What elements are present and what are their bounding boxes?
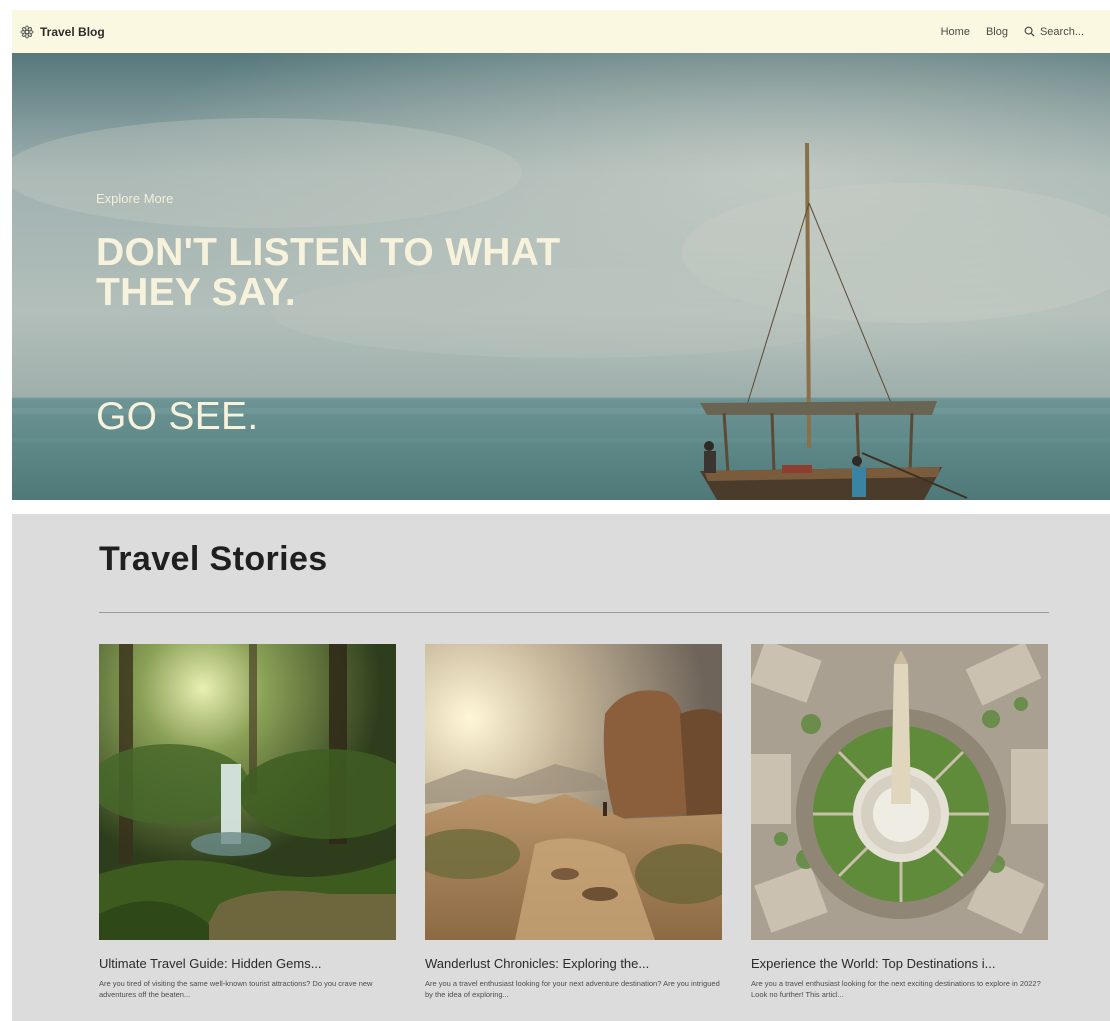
story-title[interactable]: Experience the World: Top Destinations i… <box>751 956 1048 971</box>
hero-banner: Explore More DON'T LISTEN TO WHAT THEY S… <box>12 53 1110 500</box>
brand-name: Travel Blog <box>40 24 105 39</box>
travel-stories-section: Travel Stories Ultimate Travel Guide: Hi… <box>12 514 1110 1021</box>
search-placeholder: Search... <box>1039 25 1084 38</box>
top-section: Travel Blog Home Blog Search... Explore … <box>12 10 1110 500</box>
story-card-3[interactable]: Experience the World: Top Destinations i… <box>751 644 1048 1000</box>
main-nav: Home Blog Search... <box>941 26 1084 38</box>
hero-cta-text: GO SEE. <box>96 395 259 438</box>
story-card-2[interactable]: Wanderlust Chronicles: Exploring the... … <box>425 644 722 1000</box>
story-card-1[interactable]: Ultimate Travel Guide: Hidden Gems... Ar… <box>99 644 396 1000</box>
page: Travel Blog Home Blog Search... Explore … <box>0 0 1110 1021</box>
story-excerpt: Are you tired of visiting the same well-… <box>99 979 373 999</box>
story-title[interactable]: Wanderlust Chronicles: Exploring the... <box>425 956 722 971</box>
hero-eyebrow: Explore More <box>96 191 174 206</box>
story-excerpt: Are you a travel enthusiast looking for … <box>425 979 720 999</box>
nav-blog-link[interactable]: Blog <box>986 26 1008 38</box>
section-divider <box>99 612 1049 613</box>
hero-headline-line-2: THEY SAY. <box>96 271 296 314</box>
search-box[interactable]: Search... <box>1024 26 1084 38</box>
story-title[interactable]: Ultimate Travel Guide: Hidden Gems... <box>99 956 396 971</box>
story-image-desert-rocks[interactable] <box>425 644 722 940</box>
story-image-forest-waterfall[interactable] <box>99 644 396 940</box>
gear-flower-icon <box>20 25 34 39</box>
story-excerpt: Are you a travel enthusiast looking for … <box>751 979 1041 999</box>
section-title: Travel Stories <box>99 540 328 578</box>
hero-headline-line-1: DON'T LISTEN TO WHAT <box>96 231 561 274</box>
navbar: Travel Blog Home Blog Search... <box>12 10 1110 53</box>
nav-home-link[interactable]: Home <box>941 26 970 38</box>
story-image-city-monument-aerial[interactable] <box>751 644 1048 940</box>
search-icon <box>1024 26 1035 37</box>
brand-link[interactable]: Travel Blog <box>20 25 105 39</box>
